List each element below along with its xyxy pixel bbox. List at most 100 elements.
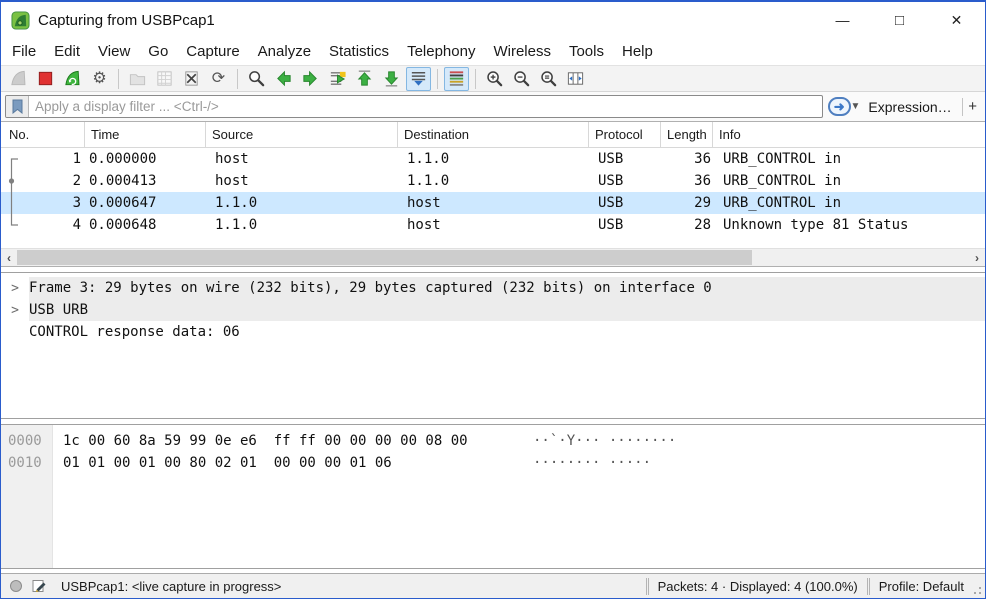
menu-item-file[interactable]: File xyxy=(3,38,45,65)
save-capture-file-button[interactable] xyxy=(152,67,177,91)
arrow-right-icon xyxy=(301,69,320,88)
bookmark-icon xyxy=(12,99,23,114)
menu-item-statistics[interactable]: Statistics xyxy=(320,38,398,65)
detail-row-control-response[interactable]: CONTROL response data: 06 xyxy=(1,321,985,343)
column-header-protocol[interactable]: Protocol xyxy=(589,122,661,147)
close-button[interactable]: ✕ xyxy=(928,2,985,38)
expand-chevron-icon[interactable]: > xyxy=(1,303,29,318)
menu-item-go[interactable]: Go xyxy=(139,38,177,65)
save-file-icon xyxy=(155,69,174,88)
menu-item-telephony[interactable]: Telephony xyxy=(398,38,484,65)
apply-filter-button[interactable]: ➜ xyxy=(828,97,851,116)
go-to-last-packet-button[interactable] xyxy=(379,67,404,91)
start-capture-fin-icon xyxy=(9,69,28,88)
wireshark-window: Capturing from USBPcap1 — □ ✕ File Edit … xyxy=(0,0,986,599)
capture-status-text: USBPcap1: <live capture in progress> xyxy=(61,579,281,594)
column-header-destination[interactable]: Destination xyxy=(398,122,589,147)
colorize-packets-button[interactable] xyxy=(444,67,469,91)
expand-chevron-icon[interactable]: > xyxy=(1,281,29,296)
cell-source: host xyxy=(206,173,398,189)
find-packet-button[interactable] xyxy=(244,67,269,91)
profile-button[interactable]: Profile: Default xyxy=(879,579,964,594)
zoom-in-button[interactable] xyxy=(482,67,507,91)
go-to-packet-icon xyxy=(328,69,347,88)
statusbar: USBPcap1: <live capture in progress> Pac… xyxy=(1,573,985,598)
column-header-time[interactable]: Time xyxy=(85,122,206,147)
restart-capture-fin-icon xyxy=(63,69,82,88)
packet-row[interactable]: 4 0.000648 1.1.0 host USB 28 Unknown typ… xyxy=(1,214,985,236)
column-header-length[interactable]: Length xyxy=(661,122,713,147)
menu-item-help[interactable]: Help xyxy=(613,38,662,65)
expression-button[interactable]: Expression… xyxy=(868,99,951,115)
go-to-packet-button[interactable] xyxy=(325,67,350,91)
packet-row-selected[interactable]: 3 0.000647 1.1.0 host USB 29 URB_CONTROL… xyxy=(1,192,985,214)
related-packets-indicator xyxy=(5,148,21,236)
zoom-normal-size-button[interactable] xyxy=(536,67,561,91)
statusbar-separator xyxy=(646,578,649,595)
open-capture-file-button[interactable] xyxy=(125,67,150,91)
column-header-source[interactable]: Source xyxy=(206,122,398,147)
menu-item-edit[interactable]: Edit xyxy=(45,38,89,65)
cell-length: 36 xyxy=(661,173,713,189)
cell-length: 29 xyxy=(661,195,713,211)
expert-info-icon[interactable] xyxy=(10,580,22,592)
menu-item-wireless[interactable]: Wireless xyxy=(484,38,560,65)
stop-capture-button[interactable] xyxy=(33,67,58,91)
menu-item-tools[interactable]: Tools xyxy=(560,38,613,65)
hex-line[interactable]: 0010 01 01 00 01 00 80 02 01 00 00 00 01… xyxy=(1,452,985,474)
detail-text: USB URB xyxy=(29,299,985,321)
zoom-out-button[interactable] xyxy=(509,67,534,91)
display-filter-input[interactable] xyxy=(29,96,822,117)
column-header-info[interactable]: Info xyxy=(713,122,985,147)
scroll-right-button[interactable]: › xyxy=(969,251,985,265)
detail-text: Frame 3: 29 bytes on wire (232 bits), 29… xyxy=(29,277,985,299)
cell-source: 1.1.0 xyxy=(206,195,398,211)
annotate-capture-icon[interactable] xyxy=(31,578,47,594)
cell-protocol: USB xyxy=(589,217,661,233)
capture-options-button[interactable]: ⚙ xyxy=(87,67,112,91)
open-file-icon xyxy=(128,69,147,88)
column-header-no[interactable]: No. xyxy=(1,122,85,147)
restart-capture-button[interactable] xyxy=(60,67,85,91)
filter-bookmark-button[interactable] xyxy=(6,96,29,117)
maximize-button[interactable]: □ xyxy=(871,2,928,38)
close-capture-file-button[interactable] xyxy=(179,67,204,91)
hex-offset: 0000 xyxy=(1,433,53,449)
chevron-down-icon: ▼ xyxy=(851,101,861,112)
hex-offset: 0010 xyxy=(1,455,53,471)
auto-scroll-live-capture-button[interactable] xyxy=(406,67,431,91)
menubar: File Edit View Go Capture Analyze Statis… xyxy=(1,38,985,65)
add-filter-button[interactable]: + xyxy=(966,98,979,115)
packet-row[interactable]: 2 0.000413 host 1.1.0 USB 36 URB_CONTROL… xyxy=(1,170,985,192)
scroll-left-button[interactable]: ‹ xyxy=(1,251,17,265)
hex-ascii: ··`·Y··· ········ xyxy=(533,433,676,449)
cell-time: 0.000413 xyxy=(81,173,206,189)
menu-item-capture[interactable]: Capture xyxy=(177,38,248,65)
horizontal-scrollbar[interactable]: ‹ › xyxy=(1,248,985,266)
minimize-button[interactable]: — xyxy=(814,2,871,38)
resize-grip-icon[interactable] xyxy=(968,581,982,595)
filter-history-dropdown-button[interactable]: ▼ xyxy=(851,101,861,112)
scrollbar-thumb[interactable] xyxy=(17,250,752,265)
apply-arrow-icon: ➜ xyxy=(834,100,845,113)
start-capture-button[interactable] xyxy=(6,67,31,91)
go-to-first-packet-button[interactable] xyxy=(352,67,377,91)
packet-row[interactable]: 1 0.000000 host 1.1.0 USB 36 URB_CONTROL… xyxy=(1,148,985,170)
go-forward-button[interactable] xyxy=(298,67,323,91)
menu-item-analyze[interactable]: Analyze xyxy=(249,38,320,65)
reload-file-button[interactable]: ⟳ xyxy=(206,67,231,91)
menu-item-view[interactable]: View xyxy=(89,38,139,65)
packet-details-pane: > Frame 3: 29 bytes on wire (232 bits), … xyxy=(1,272,985,419)
detail-row-usb-urb[interactable]: > USB URB xyxy=(1,299,985,321)
detail-row-frame[interactable]: > Frame 3: 29 bytes on wire (232 bits), … xyxy=(1,277,985,299)
scrollbar-track[interactable] xyxy=(17,249,969,266)
window-title: Capturing from USBPcap1 xyxy=(38,12,215,29)
zoom-in-icon xyxy=(485,69,504,88)
statusbar-right: Packets: 4 · Displayed: 4 (100.0%) Profi… xyxy=(637,577,985,595)
hex-line[interactable]: 0000 1c 00 60 8a 59 99 0e e6 ff ff 00 00… xyxy=(1,430,985,452)
auto-scroll-icon xyxy=(409,69,428,88)
window-controls: — □ ✕ xyxy=(814,2,985,38)
cell-source: host xyxy=(206,151,398,167)
resize-columns-button[interactable] xyxy=(563,67,588,91)
go-back-button[interactable] xyxy=(271,67,296,91)
